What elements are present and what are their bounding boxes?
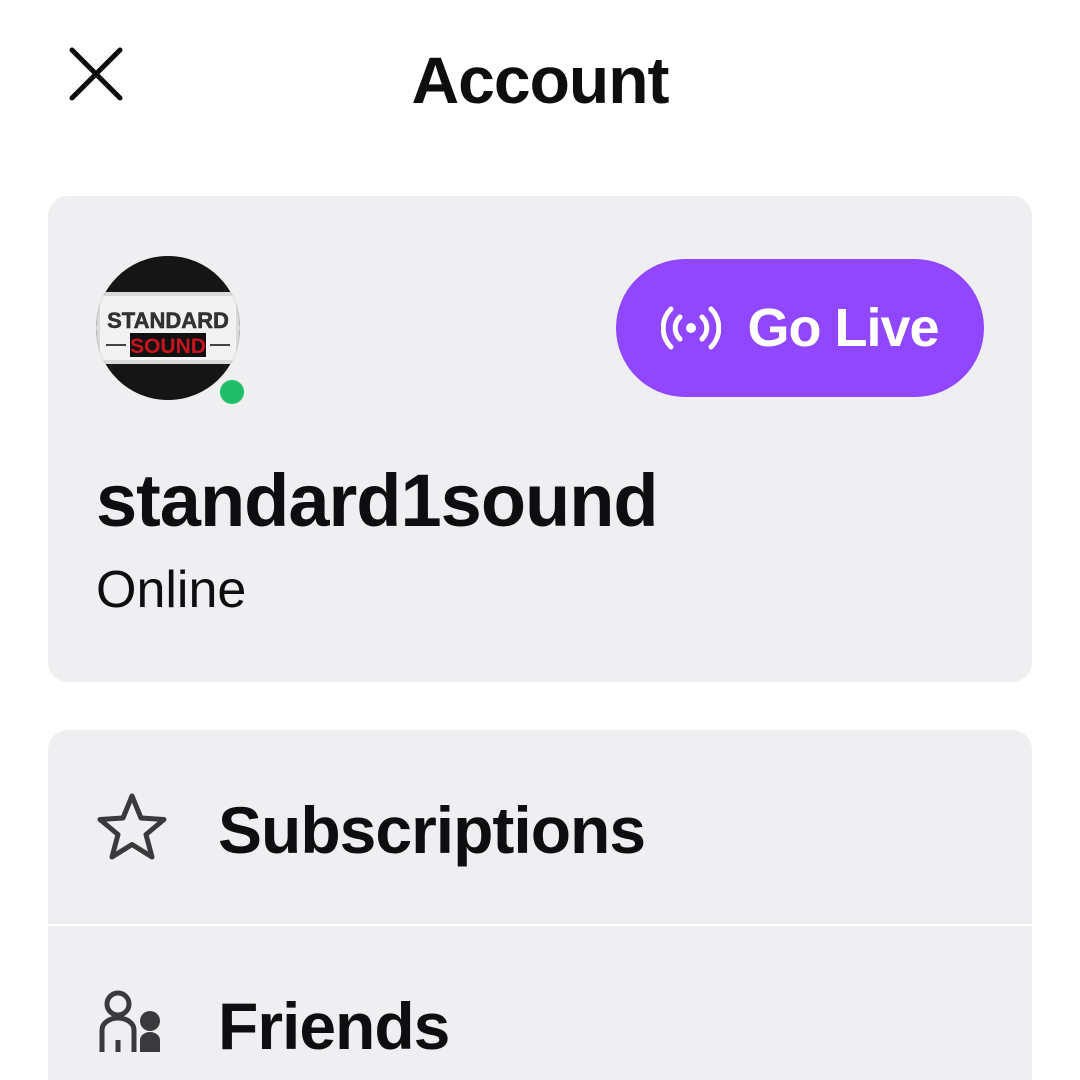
go-live-button[interactable]: Go Live (616, 259, 984, 397)
page-title: Account (411, 43, 670, 117)
menu-item-label: Friends (218, 989, 450, 1063)
menu-item-friends[interactable]: Friends (48, 926, 1032, 1080)
avatar[interactable]: STANDARD SOUND (96, 256, 250, 410)
broadcast-icon (661, 306, 722, 350)
username: standard1sound (96, 459, 659, 542)
online-status-dot (214, 374, 250, 410)
profile-card: STANDARD SOUND Go Live standard1sound On… (48, 196, 1032, 682)
star-icon (97, 793, 167, 860)
status-text: Online (96, 561, 247, 619)
account-screen: Account STANDARD SOUND Go Live standard1… (0, 0, 1080, 1080)
menu-card: Subscriptions Friends (48, 730, 1032, 1080)
avatar-text-bottom: SOUND (130, 335, 206, 358)
go-live-label: Go Live (747, 298, 939, 358)
avatar-text-top: STANDARD (107, 308, 229, 333)
menu-item-subscriptions[interactable]: Subscriptions (48, 730, 1032, 924)
friends-icon (99, 990, 160, 1052)
menu-item-label: Subscriptions (218, 793, 646, 867)
header: Account (0, 0, 1080, 160)
